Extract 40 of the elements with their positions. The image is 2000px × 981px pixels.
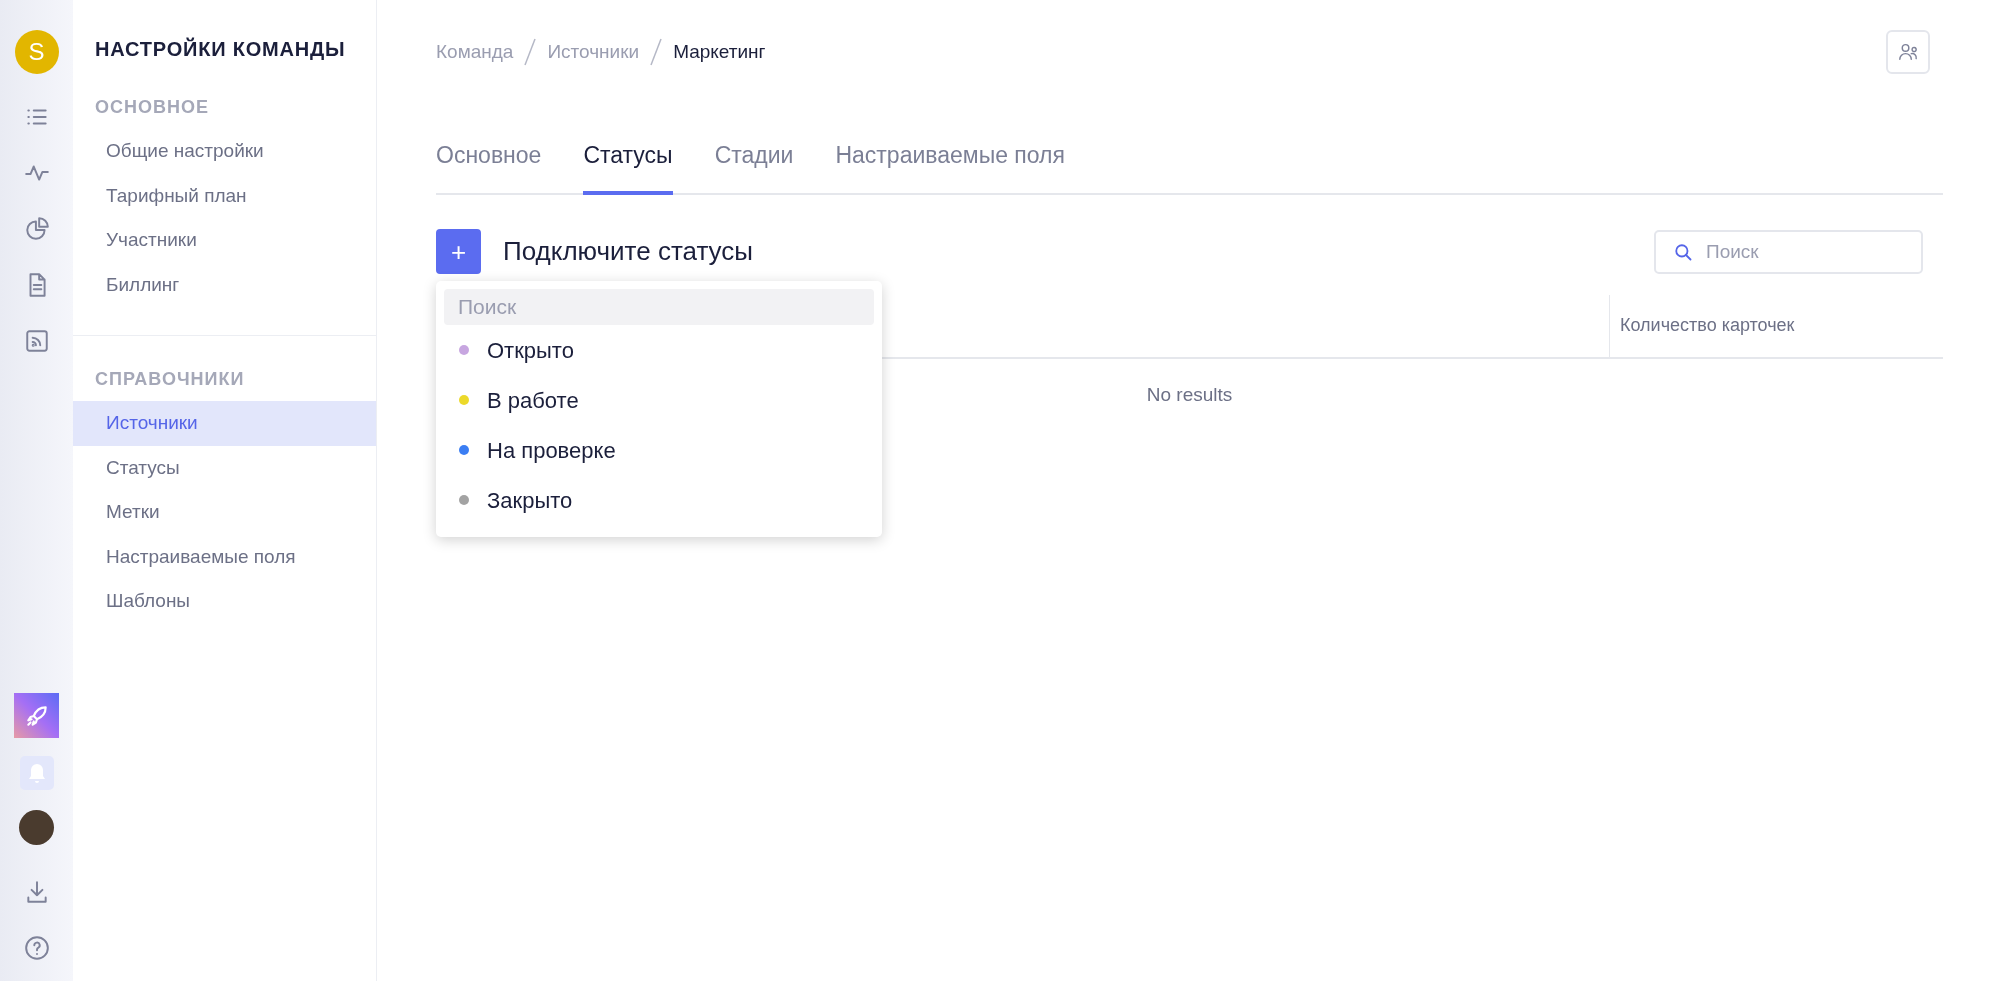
breadcrumb-link[interactable]: Источники [547,37,640,67]
user-avatar[interactable] [19,810,54,845]
sidebar-item[interactable]: Участники [73,218,376,263]
sidebar-item[interactable]: Источники [73,401,376,446]
tab[interactable]: Стадии [714,138,794,195]
sidebar-item[interactable]: Общие настройки [73,129,376,174]
sidebar-item[interactable]: Тарифный план [73,173,376,218]
help-icon[interactable] [23,935,50,961]
sidebar-item[interactable]: Метки [73,490,376,535]
breadcrumb-separator [649,37,664,67]
tab[interactable]: Настраиваемые поля [835,138,1065,195]
sidebar-item[interactable]: Настраиваемые поля [73,534,376,579]
tab[interactable]: Основное [436,138,542,195]
section-heading: Подключите статусы [503,235,753,268]
bell-icon [26,762,47,784]
add-button[interactable]: + [436,229,481,274]
sidebar-item[interactable]: Шаблоны [73,579,376,624]
sidebar-item[interactable]: Статусы [73,445,376,490]
status-option[interactable]: На проверке [444,425,874,475]
empty-message: No results [1146,383,1233,405]
section-heading: СПРАВОЧНИКИ [94,368,246,391]
status-option[interactable]: Открыто [444,325,874,375]
rocket-button[interactable] [14,693,59,738]
status-option[interactable]: Закрыто [444,475,874,525]
members-button[interactable] [1886,30,1930,74]
column-header: Количество карточек [1619,314,1796,337]
section-heading: ОСНОВНОЕ [94,96,210,119]
feed-icon[interactable] [23,328,50,354]
sidebar-item[interactable]: Биллинг [73,262,376,307]
breadcrumb-separator [523,37,538,67]
people-icon [1898,43,1918,61]
sidebar-title: НАСТРОЙКИ КОМАНДЫ [94,36,347,62]
dropdown-search-field[interactable]: Поиск [444,289,874,325]
breadcrumb-link[interactable]: Команда [436,37,514,67]
search-icon [1674,242,1692,261]
status-option[interactable]: В работе [444,375,874,425]
tab[interactable]: Статусы [583,138,673,195]
search-field[interactable]: Поиск [1654,229,1923,274]
pie-chart-icon[interactable] [23,216,50,242]
breadcrumb-current: Маркетинг [673,39,766,64]
